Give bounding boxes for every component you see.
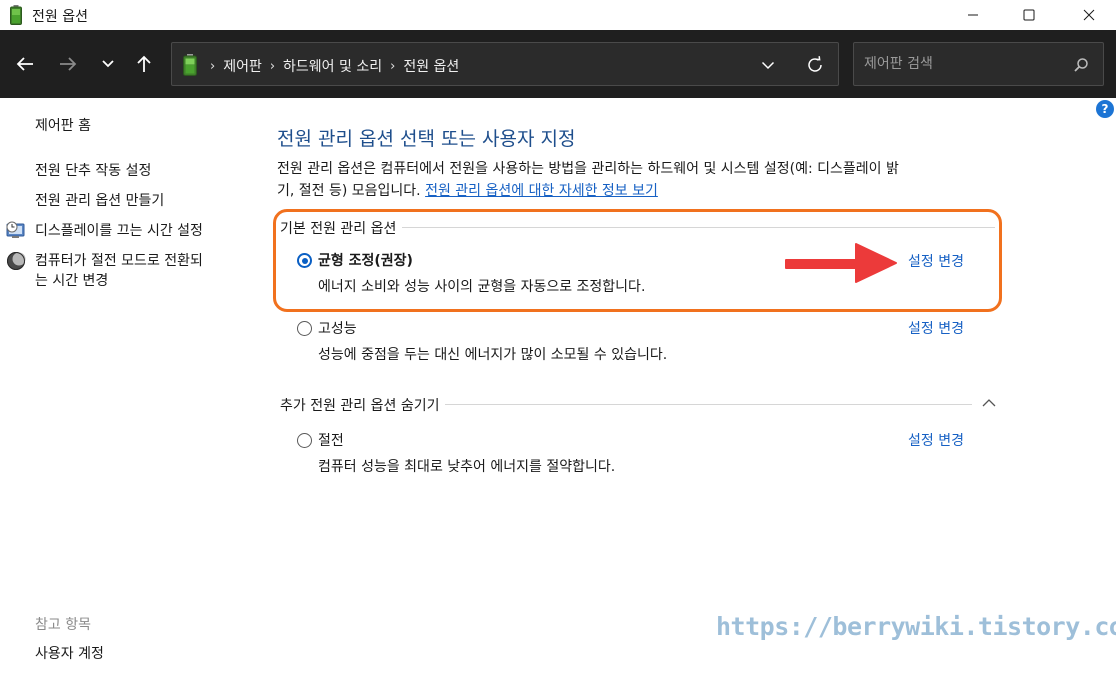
change-settings-link-high-performance[interactable]: 설정 변경 [908,318,964,338]
arrow-right-icon [60,57,77,71]
search-box[interactable] [853,42,1104,86]
breadcrumb-control-panel[interactable]: 제어판 [223,56,262,76]
see-also-heading: 참고 항목 [35,617,91,633]
arrow-right-icon [785,243,897,283]
battery-icon [183,54,197,76]
search-input[interactable] [864,54,1064,74]
breadcrumb-hardware-sound[interactable]: 하드웨어 및 소리 [283,56,382,76]
breadcrumb-separator-icon: › [269,58,276,74]
plan-name-high-performance[interactable]: 고성능 [318,318,357,338]
arrow-up-icon [137,55,151,72]
chevron-down-icon [102,60,114,68]
sidebar-item-create-plan[interactable]: 전원 관리 옵션 만들기 [35,191,164,211]
plan-desc-power-saver: 컴퓨터 성능을 최대로 낮추어 에너지를 절약합니다. [318,459,616,475]
address-bar[interactable]: › 제어판 › 하드웨어 및 소리 › 전원 옵션 [171,42,839,86]
page-title: 전원 관리 옵션 선택 또는 사용자 지정 [277,128,576,150]
close-icon [1083,9,1095,21]
recent-locations-button[interactable] [92,48,124,80]
sidebar-item-user-accounts[interactable]: 사용자 계정 [35,644,104,664]
close-button[interactable] [1066,0,1112,30]
navigation-bar: › 제어판 › 하드웨어 및 소리 › 전원 옵션 [0,30,1116,98]
breadcrumb-separator-icon: › [390,58,396,74]
sidebar-item-display-off-time[interactable]: 디스플레이를 끄는 시간 설정 [35,221,203,241]
change-settings-link-power-saver[interactable]: 설정 변경 [908,430,964,450]
refresh-button[interactable] [804,54,826,76]
sidebar: 제어판 홈 전원 단추 작동 설정 전원 관리 옵션 만들기 디스플레이를 끄는… [0,98,250,688]
display-clock-icon [6,221,25,238]
watermark: https://berrywiki.tistory.com [716,612,1116,641]
plan-radio-high-performance[interactable] [297,321,312,336]
page-description: 전원 관리 옵션은 컴퓨터에서 전원을 사용하는 방법을 관리하는 하드웨어 및… [277,158,1017,202]
sidebar-item-sleep-time-line1[interactable]: 컴퓨터가 절전 모드로 전환되 [35,251,203,271]
breadcrumb-power-options[interactable]: 전원 옵션 [403,56,459,76]
refresh-icon [808,56,822,72]
plan-name-power-saver[interactable]: 절전 [318,430,344,450]
search-icon[interactable] [1072,56,1090,74]
description-line1: 전원 관리 옵션은 컴퓨터에서 전원을 사용하는 방법을 관리하는 하드웨어 및… [277,161,899,177]
more-info-link[interactable]: 전원 관리 옵션에 대한 자세한 정보 보기 [425,183,658,199]
address-dropdown-button[interactable] [758,55,778,75]
chevron-down-icon [761,61,775,70]
help-icon[interactable]: ? [1096,100,1114,118]
sidebar-item-sleep-time-line2[interactable]: 는 시간 변경 [35,271,108,291]
title-bar: 전원 옵션 [0,0,1116,30]
maximize-button[interactable] [1006,0,1052,30]
minimize-button[interactable] [950,0,996,30]
minimize-icon [968,14,978,16]
maximize-icon [1023,9,1035,21]
plan-desc-high-performance: 성능에 중점을 두는 대신 에너지가 많이 소모될 수 있습니다. [318,347,668,363]
hide-additional-plans-toggle[interactable]: 추가 전원 관리 옵션 숨기기 [280,395,446,415]
breadcrumb: › 제어판 › 하드웨어 및 소리 › 전원 옵션 [210,56,459,76]
up-button[interactable] [128,48,160,80]
forward-button[interactable] [52,48,84,80]
moon-sleep-icon [7,252,26,270]
chevron-up-icon[interactable] [981,397,997,409]
battery-app-icon [10,5,22,25]
plan-radio-power-saver[interactable] [297,433,312,448]
arrow-left-icon [16,57,33,71]
sidebar-item-control-panel-home[interactable]: 제어판 홈 [35,116,91,136]
description-line2: 기, 절전 등) 모음입니다. [277,183,421,199]
sidebar-item-power-buttons[interactable]: 전원 단추 작동 설정 [35,161,151,181]
back-button[interactable] [9,48,41,80]
window-title: 전원 옵션 [32,9,88,25]
breadcrumb-separator-icon: › [210,58,216,74]
